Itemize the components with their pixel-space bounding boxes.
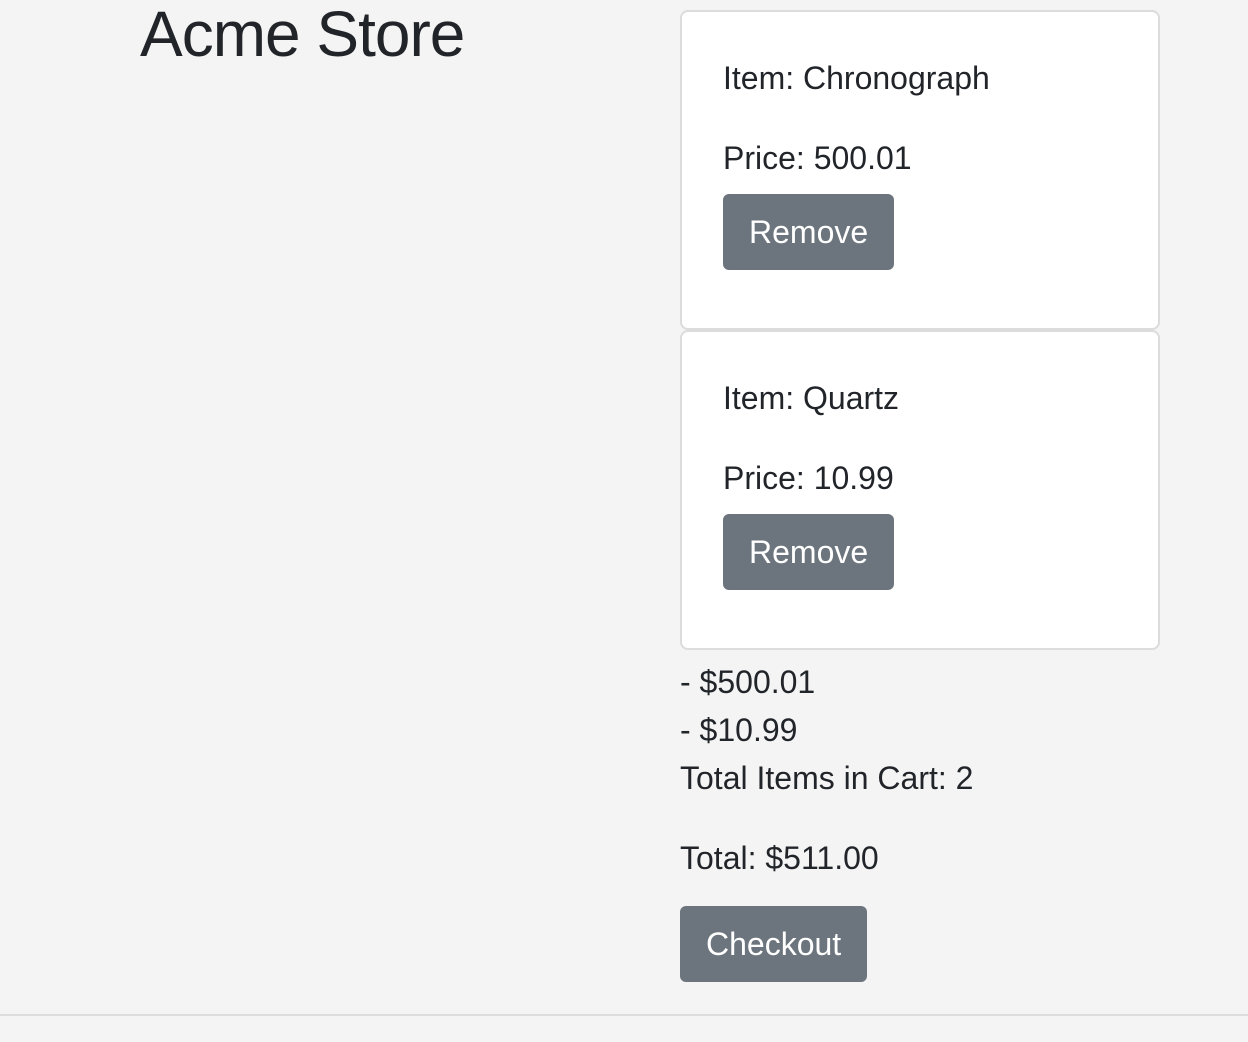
cart-total: Total: $511.00	[680, 840, 879, 876]
cart-item-name: Item: Chronograph	[723, 60, 990, 96]
cart-item-card: Item: Chronograph Price: 500.01 Remove	[680, 10, 1160, 330]
checkout-button[interactable]: Checkout	[680, 906, 868, 982]
line-price: - $10.99	[680, 712, 798, 748]
store-title: Acme Store	[140, 0, 465, 70]
total-items-count: Total Items in Cart: 2	[680, 760, 974, 796]
remove-button[interactable]: Remove	[723, 194, 895, 270]
cart-panel: Item: Chronograph Price: 500.01 Remove I…	[680, 10, 1160, 982]
remove-button[interactable]: Remove	[723, 514, 895, 590]
footer-divider	[0, 1014, 1248, 1016]
cart-item-price: Price: 10.99	[723, 460, 894, 496]
line-price: - $500.01	[680, 664, 816, 700]
cart-item-price: Price: 500.01	[723, 140, 912, 176]
cart-item-card: Item: Quartz Price: 10.99 Remove	[680, 330, 1160, 650]
cart-item-name: Item: Quartz	[723, 380, 900, 416]
cart-summary: - $500.01 - $10.99 Total Items in Cart: …	[680, 658, 1160, 882]
